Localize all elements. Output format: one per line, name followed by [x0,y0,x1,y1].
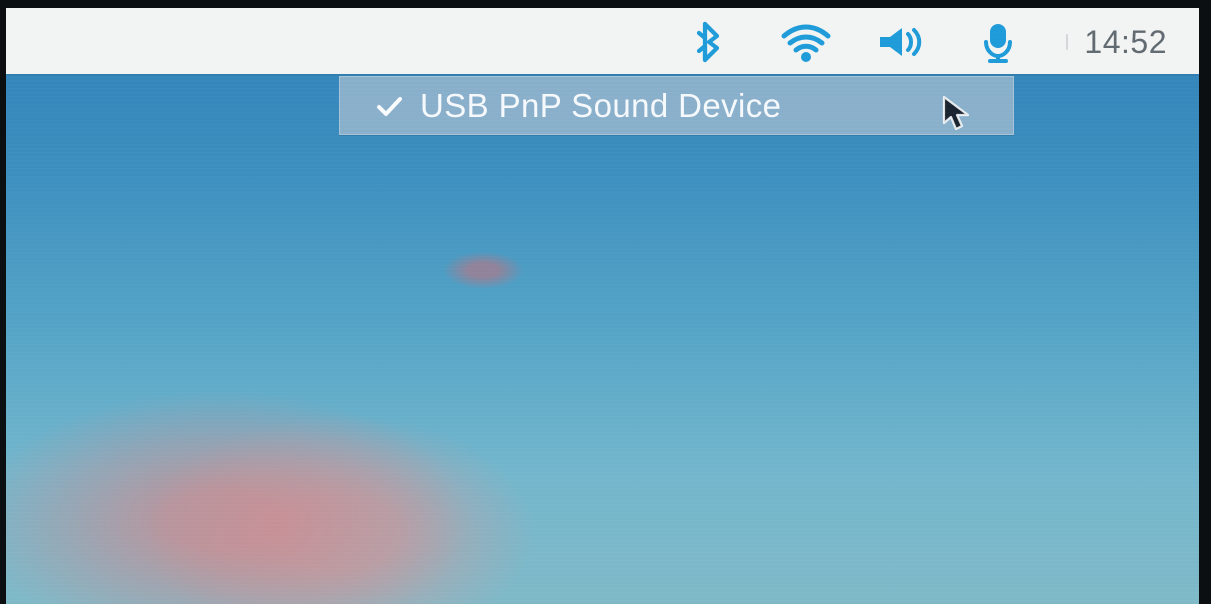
menu-item-usb-pnp-sound-device[interactable]: USB PnP Sound Device [340,77,1013,134]
volume-icon [874,20,930,64]
screen-bezel-right [1199,0,1211,604]
desktop-screen: 14:52 USB PnP Sound Device [6,8,1199,604]
taskbar: 14:52 [6,8,1199,74]
microphone-icon [976,20,1020,64]
system-tray: 14:52 [682,20,1167,64]
screen-bezel-top [0,0,1211,8]
wifi-icon [778,20,834,64]
volume-tray-button[interactable] [874,20,930,64]
wifi-tray-button[interactable] [778,20,834,64]
clock-time: 14:52 [1084,24,1167,60]
bluetooth-tray-button[interactable] [682,20,738,64]
microphone-tray-button[interactable] [970,20,1026,64]
clock-area[interactable]: 14:52 [1066,20,1167,64]
mouse-pointer-icon [938,93,978,133]
clock-separator [1066,34,1069,50]
menu-item-label: USB PnP Sound Device [420,86,782,124]
check-icon [374,91,404,121]
bluetooth-icon [693,20,727,64]
audio-device-menu: USB PnP Sound Device [339,76,1014,135]
